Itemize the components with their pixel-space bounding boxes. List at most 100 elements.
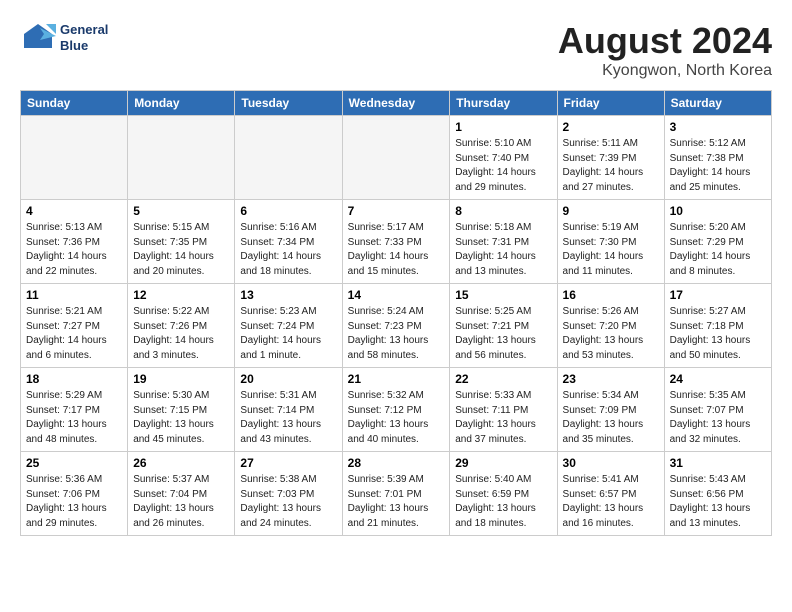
day-info: Sunrise: 5:39 AM Sunset: 7:01 PM Dayligh…: [348, 473, 445, 531]
weekday-header: Monday: [128, 91, 235, 116]
calendar-cell: 28 Sunrise: 5:39 AM Sunset: 7:01 PM Dayli…: [342, 452, 450, 536]
day-number: 30: [563, 456, 659, 470]
calendar-cell: 19Sunrise: 5:30 AM Sunset: 7:15 PM Dayli…: [128, 368, 235, 452]
day-info: Sunrise: 5:21 AM Sunset: 7:27 PM Dayligh…: [26, 305, 122, 363]
calendar-cell: 23 Sunrise: 5:34 AM Sunset: 7:09 PM Dayli…: [557, 368, 664, 452]
day-number: 21: [348, 372, 445, 386]
day-info: Sunrise: 5:40 AM Sunset: 6:59 PM Dayligh…: [455, 473, 551, 531]
calendar-cell: 31 Sunrise: 5:43 AM Sunset: 6:56 PM Dayli…: [664, 452, 771, 536]
day-number: 26: [133, 456, 229, 470]
day-info: Sunrise: 5:25 AM Sunset: 7:21 PM Dayligh…: [455, 305, 551, 363]
day-info: Sunrise: 5:37 AM Sunset: 7:04 PM Dayligh…: [133, 473, 229, 531]
calendar-cell: 15Sunrise: 5:25 AM Sunset: 7:21 PM Dayli…: [450, 284, 557, 368]
day-number: 1: [455, 120, 551, 134]
day-info: Sunrise: 5:41 AM Sunset: 6:57 PM Dayligh…: [563, 473, 659, 531]
day-number: 14: [348, 288, 445, 302]
day-info: Sunrise: 5:19 AM Sunset: 7:30 PM Dayligh…: [563, 221, 659, 279]
calendar-cell: 3Sunrise: 5:12 AM Sunset: 7:38 PM Daylig…: [664, 116, 771, 200]
logo: General Blue: [20, 20, 108, 56]
weekday-header: Friday: [557, 91, 664, 116]
calendar-cell: 5Sunrise: 5:15 AM Sunset: 7:35 PM Daylig…: [128, 200, 235, 284]
day-number: 16: [563, 288, 659, 302]
day-info: Sunrise: 5:22 AM Sunset: 7:26 PM Dayligh…: [133, 305, 229, 363]
day-info: Sunrise: 5:10 AM Sunset: 7:40 PM Dayligh…: [455, 137, 551, 195]
page-header: General Blue August 2024 Kyongwon, North…: [20, 20, 772, 80]
calendar-cell: 29Sunrise: 5:40 AM Sunset: 6:59 PM Dayli…: [450, 452, 557, 536]
calendar-cell: 8 Sunrise: 5:18 AM Sunset: 7:31 PM Daylig…: [450, 200, 557, 284]
calendar-week-row: 11 Sunrise: 5:21 AM Sunset: 7:27 PM Dayli…: [21, 284, 772, 368]
calendar-cell: 11 Sunrise: 5:21 AM Sunset: 7:27 PM Dayli…: [21, 284, 128, 368]
calendar-cell: 13 Sunrise: 5:23 AM Sunset: 7:24 PM Dayli…: [235, 284, 342, 368]
day-info: Sunrise: 5:11 AM Sunset: 7:39 PM Dayligh…: [563, 137, 659, 195]
calendar-cell: 6 Sunrise: 5:16 AM Sunset: 7:34 PM Daylig…: [235, 200, 342, 284]
day-number: 24: [670, 372, 766, 386]
day-info: Sunrise: 5:31 AM Sunset: 7:14 PM Dayligh…: [240, 389, 336, 447]
day-info: Sunrise: 5:36 AM Sunset: 7:06 PM Dayligh…: [26, 473, 122, 531]
calendar-cell: 2 Sunrise: 5:11 AM Sunset: 7:39 PM Daylig…: [557, 116, 664, 200]
day-number: 28: [348, 456, 445, 470]
calendar-table: SundayMondayTuesdayWednesdayThursdayFrid…: [20, 90, 772, 536]
day-info: Sunrise: 5:18 AM Sunset: 7:31 PM Dayligh…: [455, 221, 551, 279]
logo-icon: [20, 20, 56, 56]
day-number: 31: [670, 456, 766, 470]
month-title: August 2024: [558, 20, 772, 62]
day-info: Sunrise: 5:34 AM Sunset: 7:09 PM Dayligh…: [563, 389, 659, 447]
logo-line1: General: [60, 22, 108, 38]
calendar-cell: 21 Sunrise: 5:32 AM Sunset: 7:12 PM Dayli…: [342, 368, 450, 452]
weekday-header: Saturday: [664, 91, 771, 116]
weekday-header: Tuesday: [235, 91, 342, 116]
day-number: 12: [133, 288, 229, 302]
calendar-cell: 10Sunrise: 5:20 AM Sunset: 7:29 PM Dayli…: [664, 200, 771, 284]
day-number: 22: [455, 372, 551, 386]
title-block: August 2024 Kyongwon, North Korea: [558, 20, 772, 80]
location-title: Kyongwon, North Korea: [558, 62, 772, 80]
day-info: Sunrise: 5:23 AM Sunset: 7:24 PM Dayligh…: [240, 305, 336, 363]
day-info: Sunrise: 5:24 AM Sunset: 7:23 PM Dayligh…: [348, 305, 445, 363]
calendar-cell: 12 Sunrise: 5:22 AM Sunset: 7:26 PM Dayli…: [128, 284, 235, 368]
day-info: Sunrise: 5:17 AM Sunset: 7:33 PM Dayligh…: [348, 221, 445, 279]
day-info: Sunrise: 5:30 AM Sunset: 7:15 PM Dayligh…: [133, 389, 229, 447]
day-info: Sunrise: 5:32 AM Sunset: 7:12 PM Dayligh…: [348, 389, 445, 447]
calendar-cell: 25 Sunrise: 5:36 AM Sunset: 7:06 PM Dayli…: [21, 452, 128, 536]
day-number: 7: [348, 204, 445, 218]
weekday-header-row: SundayMondayTuesdayWednesdayThursdayFrid…: [21, 91, 772, 116]
day-number: 13: [240, 288, 336, 302]
weekday-header: Thursday: [450, 91, 557, 116]
weekday-header: Wednesday: [342, 91, 450, 116]
calendar-cell: [21, 116, 128, 200]
calendar-cell: 16Sunrise: 5:26 AM Sunset: 7:20 PM Dayli…: [557, 284, 664, 368]
day-number: 3: [670, 120, 766, 134]
calendar-cell: [342, 116, 450, 200]
calendar-week-row: 4 Sunrise: 5:13 AM Sunset: 7:36 PM Daylig…: [21, 200, 772, 284]
day-number: 2: [563, 120, 659, 134]
day-number: 23: [563, 372, 659, 386]
day-number: 8: [455, 204, 551, 218]
day-number: 18: [26, 372, 122, 386]
day-info: Sunrise: 5:13 AM Sunset: 7:36 PM Dayligh…: [26, 221, 122, 279]
day-info: Sunrise: 5:15 AM Sunset: 7:35 PM Dayligh…: [133, 221, 229, 279]
calendar-cell: 24 Sunrise: 5:35 AM Sunset: 7:07 PM Dayli…: [664, 368, 771, 452]
calendar-cell: 17Sunrise: 5:27 AM Sunset: 7:18 PM Dayli…: [664, 284, 771, 368]
calendar-week-row: 18Sunrise: 5:29 AM Sunset: 7:17 PM Dayli…: [21, 368, 772, 452]
day-number: 6: [240, 204, 336, 218]
calendar-cell: 4 Sunrise: 5:13 AM Sunset: 7:36 PM Daylig…: [21, 200, 128, 284]
calendar-cell: 14 Sunrise: 5:24 AM Sunset: 7:23 PM Dayli…: [342, 284, 450, 368]
logo-line2: Blue: [60, 38, 108, 54]
day-info: Sunrise: 5:16 AM Sunset: 7:34 PM Dayligh…: [240, 221, 336, 279]
day-number: 4: [26, 204, 122, 218]
day-number: 27: [240, 456, 336, 470]
calendar-cell: 1 Sunrise: 5:10 AM Sunset: 7:40 PM Daylig…: [450, 116, 557, 200]
calendar-cell: 30 Sunrise: 5:41 AM Sunset: 6:57 PM Dayli…: [557, 452, 664, 536]
calendar-cell: 7 Sunrise: 5:17 AM Sunset: 7:33 PM Daylig…: [342, 200, 450, 284]
day-info: Sunrise: 5:35 AM Sunset: 7:07 PM Dayligh…: [670, 389, 766, 447]
calendar-cell: 9Sunrise: 5:19 AM Sunset: 7:30 PM Daylig…: [557, 200, 664, 284]
calendar-cell: 18Sunrise: 5:29 AM Sunset: 7:17 PM Dayli…: [21, 368, 128, 452]
day-number: 20: [240, 372, 336, 386]
weekday-header: Sunday: [21, 91, 128, 116]
calendar-cell: 27Sunrise: 5:38 AM Sunset: 7:03 PM Dayli…: [235, 452, 342, 536]
day-number: 25: [26, 456, 122, 470]
day-info: Sunrise: 5:20 AM Sunset: 7:29 PM Dayligh…: [670, 221, 766, 279]
day-number: 11: [26, 288, 122, 302]
day-info: Sunrise: 5:43 AM Sunset: 6:56 PM Dayligh…: [670, 473, 766, 531]
calendar-cell: 22Sunrise: 5:33 AM Sunset: 7:11 PM Dayli…: [450, 368, 557, 452]
